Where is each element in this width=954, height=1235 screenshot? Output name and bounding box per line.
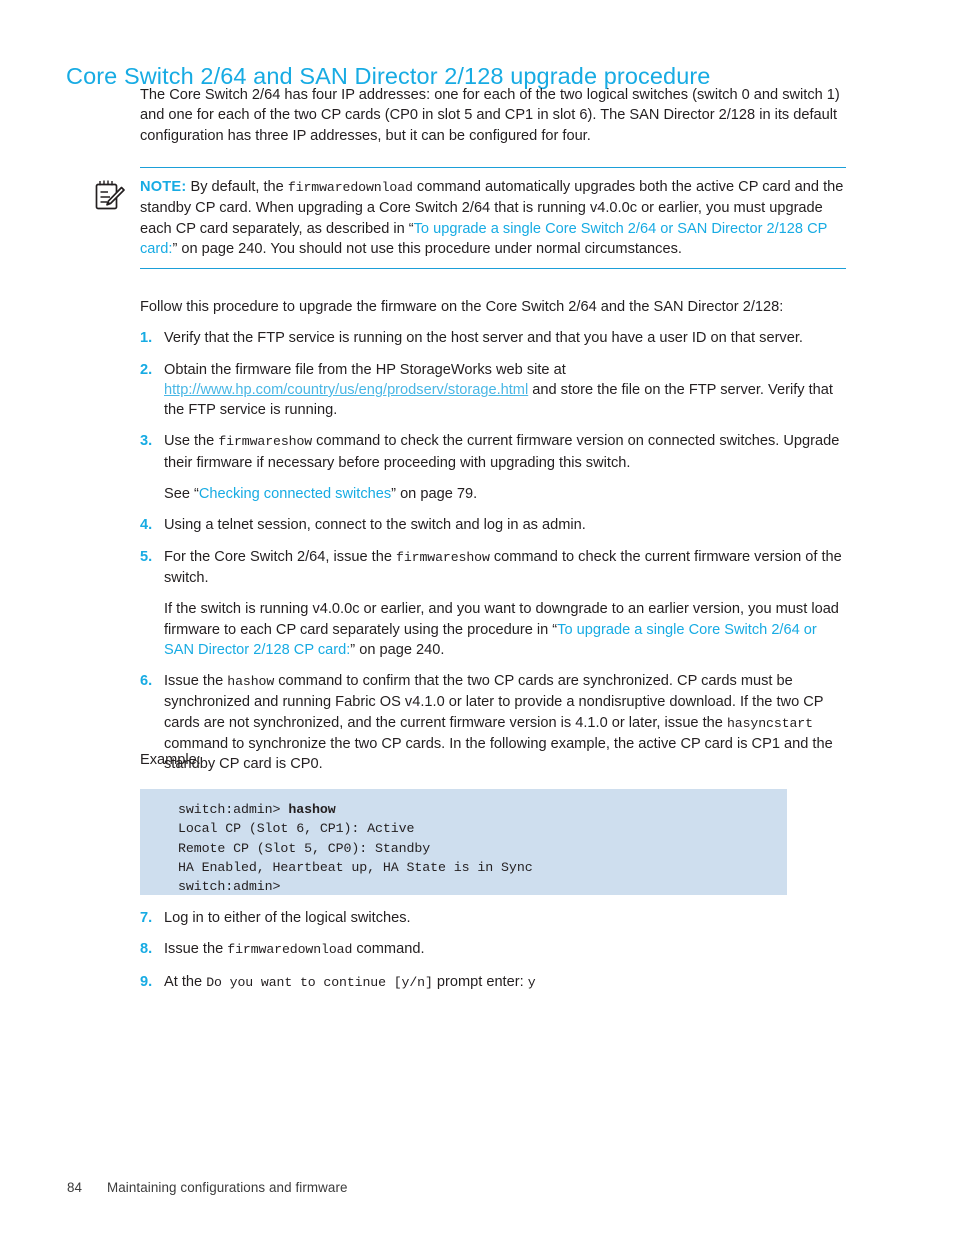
note-pencil-icon bbox=[93, 178, 127, 212]
note-text-part-3: ” on page 240. You should not use this p… bbox=[172, 240, 682, 257]
step-prompt-continue: Do you want to continue [y/n] bbox=[206, 974, 433, 990]
list-item: 3. Use the firmwareshow command to check… bbox=[140, 431, 846, 504]
step-text-post: command to synchronize the two CP cards.… bbox=[164, 736, 833, 773]
code-command-hashow: hashow bbox=[288, 802, 336, 817]
list-item: 4. Using a telnet session, connect to th… bbox=[140, 515, 846, 535]
sub-text-post: ” on page 79. bbox=[391, 486, 478, 503]
hp-storageworks-url-link[interactable]: http://www.hp.com/country/us/eng/prodser… bbox=[164, 382, 528, 398]
step-number: 2. bbox=[140, 361, 153, 378]
list-item: 7. Log in to either of the logical switc… bbox=[140, 908, 846, 928]
step-sub-paragraph: If the switch is running v4.0.0c or earl… bbox=[164, 599, 846, 660]
step-text-post: command. bbox=[352, 941, 425, 958]
footer-page-number: 84 bbox=[67, 1180, 83, 1195]
list-item: 5. For the Core Switch 2/64, issue the f… bbox=[140, 547, 846, 660]
note-body: NOTE: By default, the firmwaredownload c… bbox=[95, 168, 846, 262]
code-line: switch:admin> bbox=[178, 879, 281, 895]
step-text: Using a telnet session, connect to the s… bbox=[164, 517, 586, 534]
sub-text-pre: See “ bbox=[164, 486, 199, 503]
note-text: NOTE: By default, the firmwaredownload c… bbox=[140, 177, 846, 259]
procedure-lead-in: Follow this procedure to upgrade the fir… bbox=[140, 299, 784, 315]
intro-paragraph-container: The Core Switch 2/64 has four IP address… bbox=[140, 85, 846, 146]
code-line: switch:admin> hashow bbox=[178, 800, 787, 819]
list-item: 9. At the Do you want to continue [y/n] … bbox=[140, 972, 846, 993]
list-item: 8. Issue the firmwaredownload command. bbox=[140, 939, 846, 960]
document-page: Core Switch 2/64 and SAN Director 2/128 … bbox=[0, 0, 954, 1235]
list-item: 1. Verify that the FTP service is runnin… bbox=[140, 328, 846, 348]
step-command-firmwareshow: firmwareshow bbox=[218, 434, 313, 450]
note-bottom-rule bbox=[140, 268, 846, 270]
step-command-hasyncstart: hasyncstart bbox=[726, 715, 813, 731]
code-line: HA Enabled, Heartbeat up, HA State is in… bbox=[178, 859, 533, 875]
step-answer-y: y bbox=[527, 974, 536, 990]
list-item: 6. Issue the hashow command to confirm t… bbox=[140, 671, 846, 774]
procedure-steps-continued: 7. Log in to either of the logical switc… bbox=[140, 908, 846, 1004]
step-number: 6. bbox=[140, 673, 153, 690]
intro-paragraph: The Core Switch 2/64 has four IP address… bbox=[140, 87, 840, 144]
step-text-pre: At the bbox=[164, 973, 207, 990]
step-command-firmwaredownload: firmwaredownload bbox=[227, 942, 353, 958]
step-text-pre: For the Core Switch 2/64, issue the bbox=[164, 548, 396, 565]
page-footer: 84 Maintaining configurations and firmwar… bbox=[67, 1180, 348, 1195]
step-text-pre: Issue the bbox=[164, 941, 228, 958]
step-text-pre: Obtain the firmware file from the HP Sto… bbox=[164, 361, 566, 378]
step-number: 7. bbox=[140, 910, 153, 926]
code-line: Remote CP (Slot 5, CP0): Standby bbox=[178, 840, 431, 856]
step-text-pre: Issue the bbox=[164, 673, 228, 690]
note-label: NOTE: bbox=[140, 179, 187, 195]
terminal-output-block: switch:admin> hashow Local CP (Slot 6, C… bbox=[140, 789, 787, 895]
step-number: 1. bbox=[140, 330, 153, 347]
step-sub-paragraph: See “Checking connected switches” on pag… bbox=[164, 484, 846, 504]
step-number: 8. bbox=[140, 941, 153, 958]
procedure-steps-list: Follow this procedure to upgrade the fir… bbox=[140, 297, 846, 786]
step-command-hashow: hashow bbox=[227, 674, 275, 690]
checking-connected-switches-link[interactable]: Checking connected switches bbox=[199, 486, 391, 502]
step-text-post: prompt enter: bbox=[432, 973, 528, 990]
step-text: Log in to either of the logical switches… bbox=[164, 910, 411, 926]
code-prompt: switch:admin> bbox=[178, 802, 289, 817]
step-number: 5. bbox=[140, 548, 153, 565]
code-line: Local CP (Slot 6, CP1): Active bbox=[178, 821, 415, 837]
sub-text-post: ” on page 240. bbox=[350, 641, 445, 658]
list-item: 2. Obtain the firmware file from the HP … bbox=[140, 360, 846, 421]
step-number: 4. bbox=[140, 517, 153, 534]
step-text: Verify that the FTP service is running o… bbox=[164, 330, 803, 347]
note-text-part-1: By default, the bbox=[190, 179, 288, 195]
step-number: 9. bbox=[140, 973, 153, 990]
step-command-firmwareshow: firmwareshow bbox=[396, 549, 490, 565]
step-text-pre: Use the bbox=[164, 433, 219, 450]
footer-chapter-title: Maintaining configurations and firmware bbox=[107, 1180, 348, 1195]
step-number: 3. bbox=[140, 433, 153, 450]
note-command-firmwaredownload: firmwaredownload bbox=[287, 180, 413, 195]
example-label: Example: bbox=[140, 752, 201, 768]
note-block: NOTE: By default, the firmwaredownload c… bbox=[95, 167, 846, 270]
